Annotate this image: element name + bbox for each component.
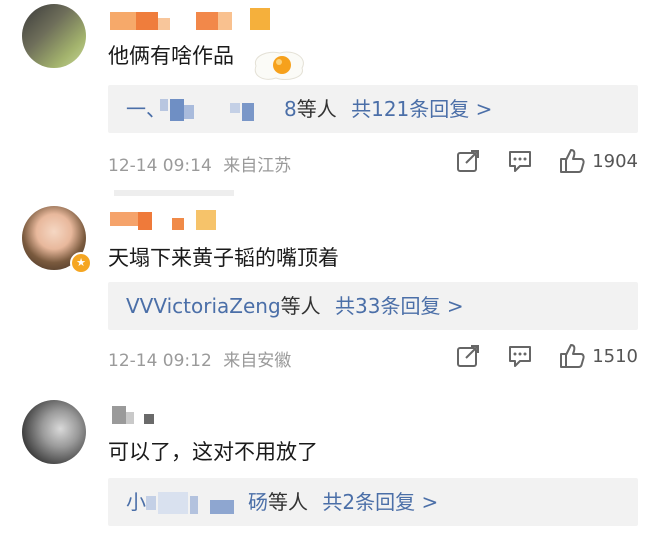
share-icon[interactable] [454,147,482,175]
verified-badge-icon: ★ [70,252,92,274]
comment-text: 可以了，这对不用放了 [108,440,318,464]
reply-names[interactable]: 小 [126,478,146,526]
comment-item: ★ 天塌下来黄子韬的嘴顶着 VVVictoriaZeng等人 共33条回复 > … [0,190,660,380]
comment-icon[interactable] [506,342,534,370]
comment-item: 可以了，这对不用放了 小 砀等人 共2条回复 > [0,380,660,537]
reply-names-tail[interactable]: 8 [284,97,297,121]
reply-names-tail[interactable]: 砀 [248,490,268,514]
comment-actions: 1510 [430,342,638,370]
reply-names-pixelated [160,99,280,123]
fried-egg-icon [254,51,304,81]
share-icon[interactable] [454,342,482,370]
comment-meta: 12-14 09:12 来自安徽 [108,346,291,371]
reply-etc: 等人 [268,490,308,514]
reply-count-link[interactable]: 共121条回复 > [351,97,492,121]
like-count: 1510 [592,345,638,367]
username-pixelated[interactable] [110,8,280,34]
reply-etc: 等人 [280,294,321,318]
comment-actions: 1904 [430,147,638,175]
like-count: 1904 [592,150,638,172]
comment-location: 来自安徽 [223,351,292,371]
thumbs-up-icon[interactable] [558,147,586,175]
comment-date: 12-14 09:14 [108,156,212,176]
comment-text: 天塌下来黄子韬的嘴顶着 [108,246,339,270]
reply-summary[interactable]: 一、 8等人 共121条回复 > [108,85,638,133]
reply-names-pixelated [146,492,246,516]
comment-location: 来自江苏 [223,156,292,176]
comment-date: 12-14 09:12 [108,351,212,371]
divider [114,190,234,196]
comment-item: 他俩有啥作品 一、 8等人 共121条回复 > 12-14 09:14 来自江苏 [0,0,660,190]
avatar[interactable] [22,4,86,68]
reply-etc: 等人 [296,97,337,121]
reply-count-link[interactable]: 共33条回复 > [335,294,464,318]
comment-meta: 12-14 09:14 来自江苏 [108,151,291,176]
reply-summary[interactable]: 小 砀等人 共2条回复 > [108,478,638,526]
username-pixelated[interactable] [112,404,162,426]
comment-text: 他俩有啥作品 [108,44,234,68]
thumbs-up-icon[interactable] [558,342,586,370]
reply-count-link[interactable]: 共2条回复 > [322,490,438,514]
reply-summary[interactable]: VVVictoriaZeng等人 共33条回复 > [108,282,638,330]
avatar[interactable] [22,400,86,464]
reply-names[interactable]: VVVictoriaZeng [126,294,281,318]
username-pixelated[interactable] [110,208,220,232]
comment-icon[interactable] [506,147,534,175]
